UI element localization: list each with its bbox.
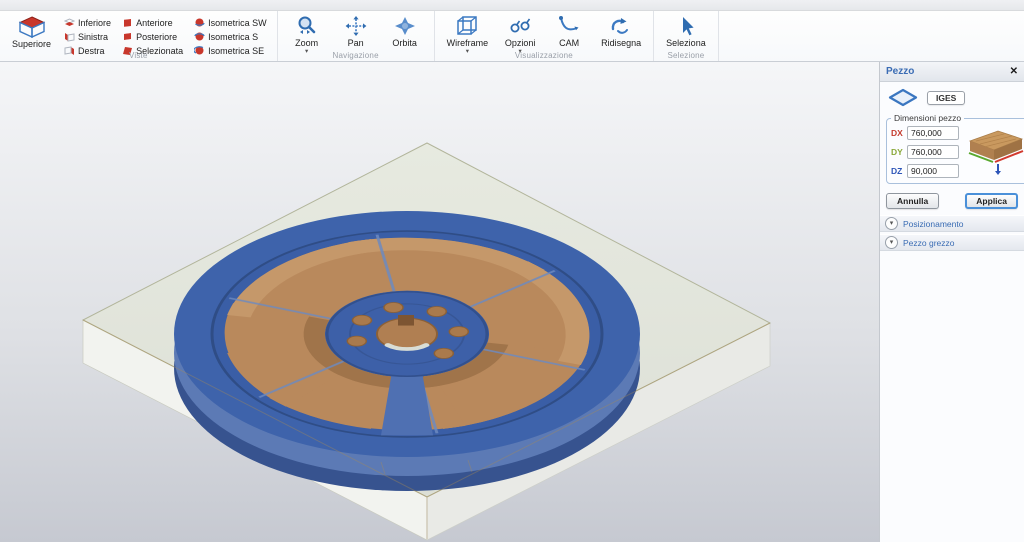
- stock-preview-thumbnail: [964, 124, 1024, 176]
- cancel-button[interactable]: Annulla: [886, 193, 939, 209]
- view-front-label: Anteriore: [136, 18, 173, 28]
- cam-button[interactable]: CAM: [548, 13, 590, 48]
- pezzo-panel: Pezzo ✕ IGES Dimensioni pezzo DX DY DZ: [879, 62, 1024, 542]
- dy-label: DY: [891, 147, 904, 157]
- ribbon-toolbar: Superiore Inferiore Sinistra Destra: [0, 11, 1024, 62]
- chevron-down-icon[interactable]: ▾: [885, 217, 898, 230]
- dimension-row-dy: DY: [891, 145, 959, 159]
- view-front-button[interactable]: Anteriore: [120, 16, 185, 29]
- view-isometric-sw-label: Isometrica SW: [208, 18, 267, 28]
- view-bottom-label: Inferiore: [78, 18, 111, 28]
- cam-label: CAM: [559, 38, 579, 48]
- dimensions-group: Dimensioni pezzo DX DY DZ: [886, 113, 1024, 184]
- file-format-row: IGES: [880, 82, 1024, 110]
- dimension-row-dx: DX: [891, 126, 959, 140]
- pan-button[interactable]: Pan: [335, 13, 377, 48]
- view-isometric-s-button[interactable]: Isometrica S: [192, 30, 269, 43]
- view-top-button[interactable]: Superiore: [8, 13, 55, 49]
- dx-label: DX: [891, 128, 904, 138]
- viewport-scene: [0, 62, 879, 542]
- select-button[interactable]: Seleziona: [662, 13, 710, 48]
- ribbon-group-selezione: Seleziona Selezione: [654, 11, 719, 61]
- orbit-button[interactable]: Orbita: [384, 13, 426, 48]
- redraw-label: Ridisegna: [601, 38, 641, 48]
- dimensions-legend: Dimensioni pezzo: [891, 113, 964, 123]
- pezzo-panel-header: Pezzo ✕: [880, 62, 1024, 82]
- wireframe-label: Wireframe: [447, 38, 489, 48]
- options-button[interactable]: Opzioni ▾: [499, 13, 541, 54]
- section-pezzo-grezzo-label: Pezzo grezzo: [903, 238, 955, 248]
- dx-input[interactable]: [907, 126, 959, 140]
- redraw-button[interactable]: Ridisegna: [597, 13, 645, 48]
- dz-input[interactable]: [907, 164, 959, 178]
- section-posizionamento[interactable]: ▾ Posizionamento: [880, 215, 1024, 232]
- view-back-label: Posteriore: [136, 32, 177, 42]
- orbit-label: Orbita: [392, 38, 417, 48]
- view-back-icon: [122, 31, 133, 42]
- view-left-button[interactable]: Sinistra: [62, 30, 113, 43]
- zoom-icon: [295, 15, 319, 37]
- pan-icon: [344, 15, 368, 37]
- dz-label: DZ: [891, 166, 904, 176]
- format-chip[interactable]: IGES: [927, 91, 965, 105]
- group-label-selezione: Selezione: [654, 51, 718, 60]
- section-pezzo-grezzo[interactable]: ▾ Pezzo grezzo: [880, 234, 1024, 251]
- wireframe-button[interactable]: Wireframe ▾: [443, 13, 493, 54]
- viewport-3d[interactable]: [0, 62, 879, 542]
- zoom-label: Zoom: [295, 38, 318, 48]
- dimension-row-dz: DZ: [891, 164, 959, 178]
- dimension-fields: DX DY DZ: [891, 124, 959, 178]
- options-label: Opzioni: [505, 38, 536, 48]
- view-bottom-icon: [64, 17, 75, 28]
- group-label-visualizzazione: Visualizzazione: [435, 51, 654, 60]
- select-cursor-icon: [674, 15, 698, 37]
- view-left-icon: [64, 31, 75, 42]
- view-bottom-button[interactable]: Inferiore: [62, 16, 113, 29]
- view-back-button[interactable]: Posteriore: [120, 30, 185, 43]
- window-top-strip: [0, 0, 1024, 11]
- ribbon-group-viste: Superiore Inferiore Sinistra Destra: [0, 11, 278, 61]
- view-front-icon: [122, 17, 133, 28]
- section-posizionamento-label: Posizionamento: [903, 219, 963, 229]
- options-icon: [508, 15, 532, 37]
- chevron-down-icon[interactable]: ▾: [885, 236, 898, 249]
- view-isometric-s-label: Isometrica S: [208, 32, 258, 42]
- panel-title: Pezzo: [886, 66, 1010, 77]
- select-label: Seleziona: [666, 38, 706, 48]
- zoom-button[interactable]: Zoom ▾: [286, 13, 328, 54]
- orbit-icon: [393, 15, 417, 37]
- apply-button[interactable]: Applica: [965, 193, 1018, 209]
- slab-plane-icon: [888, 88, 918, 107]
- view-isometric-sw-icon: [194, 17, 205, 28]
- view-isometric-s-icon: [194, 31, 205, 42]
- view-isometric-sw-button[interactable]: Isometrica SW: [192, 16, 269, 29]
- view-top-label: Superiore: [12, 39, 51, 49]
- group-label-navigazione: Navigazione: [278, 51, 434, 60]
- dy-input[interactable]: [907, 145, 959, 159]
- ribbon-group-navigazione: Zoom ▾ Pan Orbita Navigazione: [278, 11, 435, 61]
- group-label-viste: Viste: [0, 51, 277, 60]
- close-icon[interactable]: ✕: [1010, 66, 1018, 77]
- cam-icon: [557, 15, 581, 37]
- pan-label: Pan: [348, 38, 364, 48]
- wireframe-icon: [454, 15, 480, 37]
- redraw-icon: [609, 15, 633, 37]
- view-top-icon: [17, 15, 47, 38]
- ribbon-spacer: [719, 11, 1024, 61]
- panel-button-row: Annulla Applica: [880, 188, 1024, 213]
- view-left-label: Sinistra: [78, 32, 108, 42]
- ribbon-group-visualizzazione: Wireframe ▾ Opzioni ▾ CAM: [435, 11, 655, 61]
